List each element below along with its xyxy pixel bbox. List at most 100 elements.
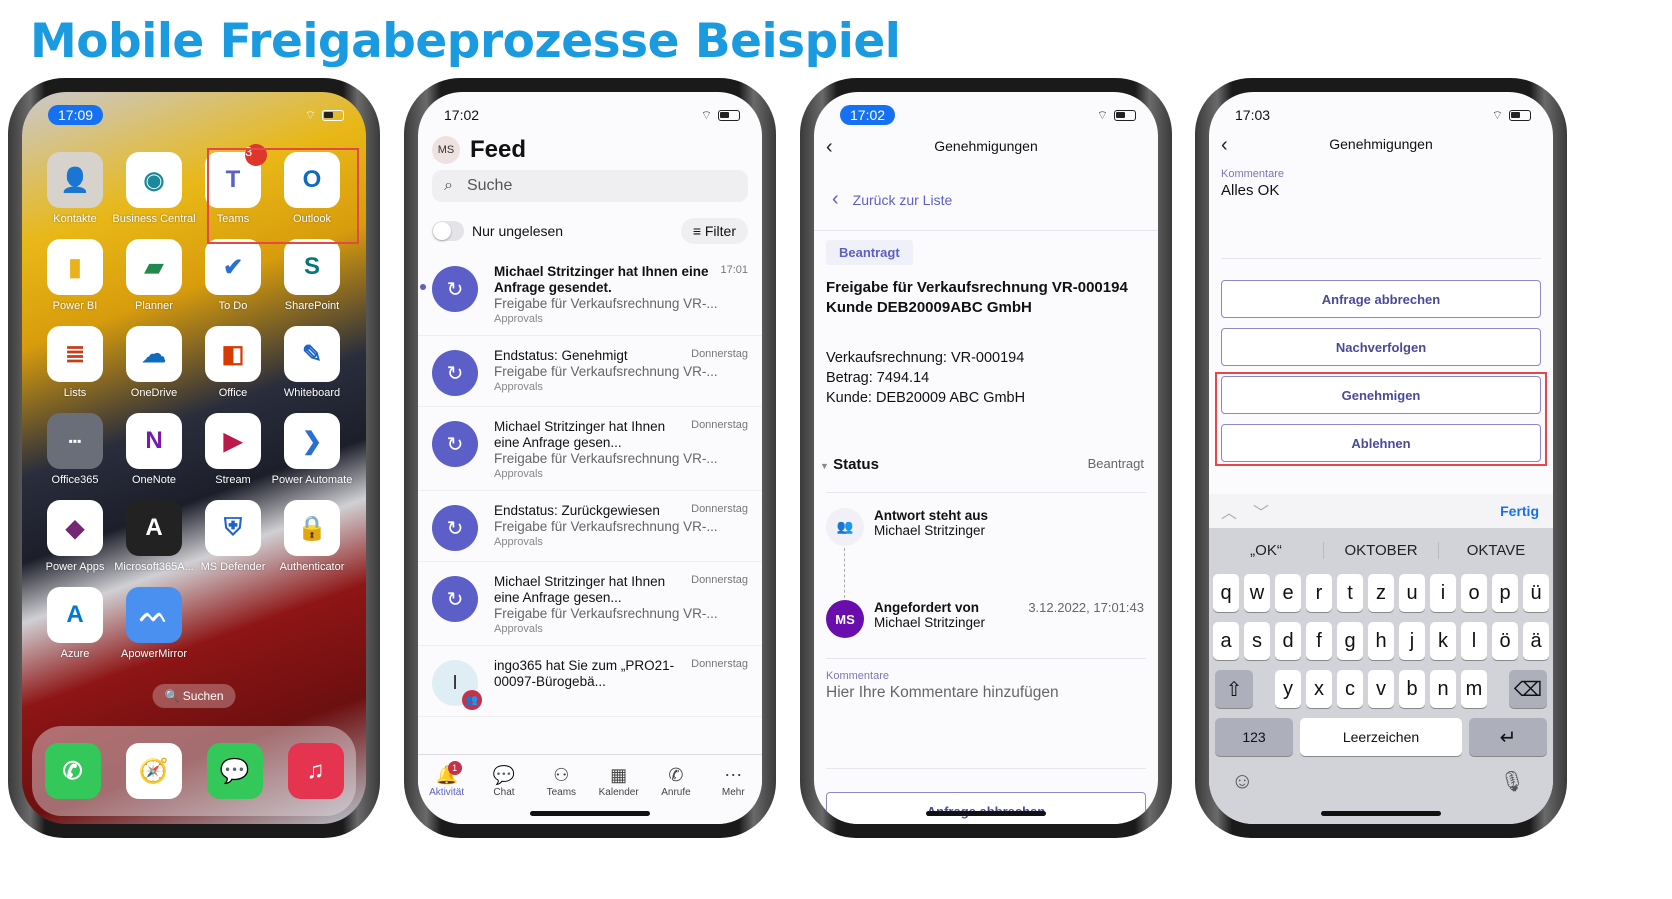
numbers-key[interactable]: 123	[1215, 718, 1293, 756]
battery-icon	[718, 109, 740, 121]
back-icon[interactable]: ‹	[826, 136, 833, 159]
key-q[interactable]: q	[1213, 574, 1239, 612]
cancel-request-button[interactable]: Anfrage abbrechen	[1221, 280, 1541, 318]
back-to-list-link[interactable]: ‹ Zurück zur Liste	[832, 188, 952, 211]
app-planner[interactable]: ▰ Planner	[115, 239, 193, 312]
app-m365-admin[interactable]: A Microsoft365A...	[114, 500, 194, 573]
key-ä[interactable]: ä	[1523, 622, 1549, 660]
microphone-icon[interactable]: 🎙	[1500, 769, 1525, 794]
app-lists[interactable]: ≣ Lists	[36, 326, 114, 399]
search-input[interactable]: ⌕ Suche	[432, 170, 748, 202]
key-u[interactable]: u	[1399, 574, 1425, 612]
key-s[interactable]: s	[1244, 622, 1270, 660]
key-k[interactable]: k	[1430, 622, 1456, 660]
comments-field[interactable]: Kommentare Alles OK	[1221, 168, 1284, 199]
app-stream[interactable]: ▶ Stream	[194, 413, 272, 486]
power-apps-icon: ◆	[47, 500, 103, 556]
comments-field[interactable]: Kommentare Hier Ihre Kommentare hinzufüg…	[826, 670, 1059, 702]
status-step: 👥 Antwort steht aus Michael Stritzinger	[826, 508, 1144, 546]
app-apowermirror[interactable]: ᨓ ApowerMirror	[115, 587, 193, 660]
app-authenticator[interactable]: 🔒 Authenticator	[273, 500, 351, 573]
key-ü[interactable]: ü	[1523, 574, 1549, 612]
app-contacts[interactable]: 👤 Kontakte	[36, 152, 114, 225]
key-h[interactable]: h	[1368, 622, 1394, 660]
app-power-automate[interactable]: ❯ Power Automate	[272, 413, 352, 486]
key-j[interactable]: j	[1399, 622, 1425, 660]
key-ö[interactable]: ö	[1492, 622, 1518, 660]
emoji-icon[interactable]: ☺	[1231, 768, 1253, 794]
safari-icon[interactable]: 🧭	[125, 743, 182, 799]
key-z[interactable]: z	[1368, 574, 1394, 612]
key-b[interactable]: b	[1399, 670, 1425, 708]
chevron-down-icon[interactable]: ﹀	[1253, 505, 1285, 522]
tab-anrufe[interactable]: ✆ Anrufe	[649, 765, 703, 824]
shift-key[interactable]: ⇧	[1215, 670, 1253, 708]
app-whiteboard[interactable]: ✎ Whiteboard	[273, 326, 351, 399]
key-f[interactable]: f	[1306, 622, 1332, 660]
key-l[interactable]: l	[1461, 622, 1487, 660]
avatar[interactable]: MS	[432, 136, 460, 164]
key-t[interactable]: t	[1337, 574, 1363, 612]
key-x[interactable]: x	[1306, 670, 1332, 708]
key-r[interactable]: r	[1306, 574, 1332, 612]
feed-item[interactable]: I 👥 ingo365 hat Sie zum „PRO21-00097-Bürog…	[418, 646, 762, 717]
tab-mehr[interactable]: ⋯ Mehr	[706, 765, 760, 824]
messages-icon[interactable]: 💬	[206, 743, 263, 799]
app-sharepoint[interactable]: S SharePoint	[273, 239, 351, 312]
key-n[interactable]: n	[1430, 670, 1456, 708]
app-power-apps[interactable]: ◆ Power Apps	[36, 500, 114, 573]
unread-toggle[interactable]	[432, 221, 464, 241]
suggestion[interactable]: „OK“	[1209, 541, 1324, 559]
app-power-bi[interactable]: ▮ Power BI	[36, 239, 114, 312]
key-a[interactable]: a	[1213, 622, 1239, 660]
key-o[interactable]: o	[1461, 574, 1487, 612]
back-icon[interactable]: ‹	[1221, 134, 1228, 157]
app-label: Kontakte	[53, 213, 97, 225]
return-key[interactable]: ↵	[1469, 718, 1547, 756]
feed-item[interactable]: ↻ Michael Stritzinger hat Ihnen eine Anfr…	[418, 252, 762, 336]
contacts-icon: 👤	[47, 152, 103, 208]
feed-item[interactable]: ↻ Endstatus: Genehmigt Donnerstag Freigabe …	[418, 336, 762, 407]
status-section-toggle[interactable]: ▼ Status Beantragt	[820, 456, 1144, 473]
key-p[interactable]: p	[1492, 574, 1518, 612]
key-w[interactable]: w	[1244, 574, 1270, 612]
app-label: Azure	[60, 648, 90, 660]
phone-approval-actions: 17:03 ⌔ ‹ Genehmigungen Kommentare Alles …	[1195, 78, 1567, 838]
key-v[interactable]: v	[1368, 670, 1394, 708]
key-d[interactable]: d	[1275, 622, 1301, 660]
key-m[interactable]: m	[1461, 670, 1487, 708]
suggestion[interactable]: OKTOBER	[1324, 541, 1439, 559]
app-label: Authenticator	[279, 561, 345, 573]
backspace-key[interactable]: ⌫	[1509, 670, 1547, 708]
phone-icon[interactable]: ✆	[44, 743, 101, 799]
app-business-central[interactable]: ◉ Business Central	[112, 152, 196, 225]
feed-item[interactable]: ↻ Michael Stritzinger hat Ihnen eine Anfr…	[418, 407, 762, 491]
key-y[interactable]: y	[1275, 670, 1301, 708]
app-folder[interactable]: ▪▪▪ Office365	[36, 413, 114, 486]
app-todo[interactable]: ✔ To Do	[194, 239, 272, 312]
music-icon[interactable]: ♫	[287, 743, 344, 799]
suggestion[interactable]: OKTAVE	[1439, 542, 1553, 559]
app-onenote[interactable]: N OneNote	[115, 413, 193, 486]
done-button[interactable]: Fertig	[1500, 503, 1539, 519]
key-e[interactable]: e	[1275, 574, 1301, 612]
app-onedrive[interactable]: ☁ OneDrive	[115, 326, 193, 399]
filter-button[interactable]: ≡ Filter	[680, 218, 748, 244]
cancel-request-button[interactable]: Anfrage abbrechen	[826, 792, 1146, 824]
app-label: ApowerMirror	[120, 648, 187, 660]
tab-aktivität[interactable]: 🔔 1 Aktivität	[420, 761, 474, 824]
key-c[interactable]: c	[1337, 670, 1363, 708]
chevron-up-icon[interactable]: ︿	[1221, 505, 1253, 522]
spotlight-search-button[interactable]: 🔍 Suchen	[152, 684, 236, 708]
key-i[interactable]: i	[1430, 574, 1456, 612]
app-azure[interactable]: A Azure	[36, 587, 114, 660]
space-key[interactable]: Leerzeichen	[1300, 718, 1462, 756]
tab-chat[interactable]: 💬 Chat	[477, 765, 531, 824]
feed-item-time: Donnerstag	[691, 503, 748, 515]
follow-up-button[interactable]: Nachverfolgen	[1221, 328, 1541, 366]
app-office[interactable]: ◧ Office	[194, 326, 272, 399]
feed-item[interactable]: ↻ Endstatus: Zurückgewiesen Donnerstag Frei…	[418, 491, 762, 562]
feed-item[interactable]: ↻ Michael Stritzinger hat Ihnen eine Anfr…	[418, 562, 762, 646]
app-defender[interactable]: ⛨ MS Defender	[194, 500, 272, 573]
key-g[interactable]: g	[1337, 622, 1363, 660]
